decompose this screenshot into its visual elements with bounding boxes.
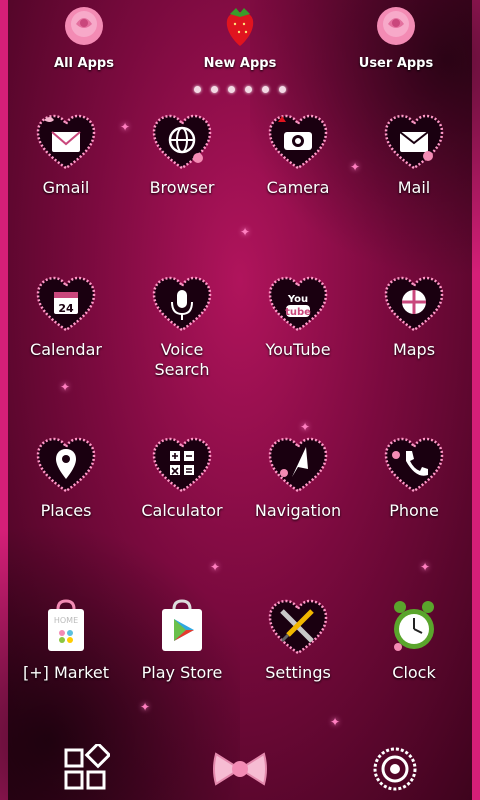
app-label: Camera	[266, 178, 330, 197]
page-dot	[194, 86, 201, 93]
user-apps-label: User Apps	[358, 56, 434, 71]
alarm-clock-icon	[382, 595, 446, 659]
sparkle: ✦	[420, 560, 431, 574]
app-clock[interactable]: Clock	[356, 595, 472, 683]
youtube-icon: You tube	[266, 272, 330, 336]
app-market[interactable]: HOME [+] Market	[8, 595, 124, 683]
sparkle: ✦	[240, 225, 251, 239]
phone-handset-icon	[382, 433, 446, 497]
widgets-grid-icon	[64, 741, 112, 790]
app-label: Voice Search	[154, 340, 210, 379]
calendar-day: 24	[58, 302, 74, 315]
sparkle: ✦	[330, 715, 341, 729]
map-pin-icon	[34, 433, 98, 497]
app-label: Maps	[392, 340, 436, 359]
map-icon	[382, 272, 446, 336]
app-label: Gmail	[42, 178, 90, 197]
app-youtube[interactable]: You tube YouTube	[240, 272, 356, 360]
page-dot	[262, 86, 269, 93]
app-label: Navigation	[254, 501, 342, 520]
microphone-icon	[150, 272, 214, 336]
calculator-icon	[150, 433, 214, 497]
page-dot	[245, 86, 252, 93]
user-apps-tab[interactable]: User Apps	[336, 2, 456, 71]
app-calendar[interactable]: 24 Calendar	[8, 272, 124, 360]
widgets-button[interactable]	[60, 741, 112, 794]
all-apps-label: All Apps	[54, 56, 114, 71]
app-label: Places	[40, 501, 92, 520]
app-label: Mail	[397, 178, 431, 197]
bag-text: HOME	[54, 616, 78, 625]
page-indicator	[0, 78, 480, 97]
page-dot	[211, 86, 218, 93]
app-navigation[interactable]: Navigation	[240, 433, 356, 521]
app-mail[interactable]: Mail	[356, 110, 472, 198]
bow-icon	[213, 752, 267, 786]
envelope-icon	[382, 110, 446, 174]
app-label: Phone	[389, 501, 439, 520]
app-places[interactable]: Places	[8, 433, 124, 521]
rose-icon	[60, 2, 108, 50]
youtube-tube: tube	[285, 307, 311, 318]
calendar-icon: 24	[34, 272, 98, 336]
youtube-you: You	[287, 294, 308, 305]
page-dot	[228, 86, 235, 93]
gmail-envelope-icon	[34, 110, 98, 174]
app-label: Browser	[149, 178, 215, 197]
dock	[0, 740, 480, 800]
navigation-arrow-icon	[266, 433, 330, 497]
camera-icon	[266, 110, 330, 174]
rose-icon	[372, 2, 420, 50]
app-phone[interactable]: Phone	[356, 433, 472, 521]
app-camera[interactable]: Camera	[240, 110, 356, 198]
sparkle: ✦	[210, 560, 221, 574]
app-voice-search[interactable]: Voice Search	[124, 272, 240, 380]
sparkle: ✦	[300, 420, 311, 434]
new-apps-label: New Apps	[203, 56, 277, 71]
app-drawer-top-bar: All Apps New Apps User Apps	[0, 0, 480, 80]
app-label: [+] Market	[23, 663, 109, 682]
globe-icon	[150, 110, 214, 174]
all-apps-tab[interactable]: All Apps	[24, 2, 144, 71]
new-apps-tab[interactable]: New Apps	[180, 2, 300, 71]
app-label: Calendar	[30, 340, 102, 359]
wrench-screwdriver-icon	[266, 595, 330, 659]
settings-button[interactable]	[370, 744, 420, 794]
strawberry-icon	[216, 2, 264, 50]
app-gmail[interactable]: Gmail	[8, 110, 124, 198]
home-button[interactable]	[210, 744, 270, 794]
shopping-bag-icon: HOME	[34, 595, 98, 659]
app-play-store[interactable]: Play Store	[124, 595, 240, 683]
app-browser[interactable]: Browser	[124, 110, 240, 198]
app-calculator[interactable]: Calculator	[124, 433, 240, 521]
sparkle: ✦	[140, 700, 151, 714]
app-label: Play Store	[141, 663, 223, 682]
app-label: Settings	[265, 663, 331, 682]
app-label: YouTube	[265, 340, 331, 359]
gear-circle-icon	[373, 747, 417, 791]
play-store-bag-icon	[150, 595, 214, 659]
app-settings[interactable]: Settings	[240, 595, 356, 683]
page-dot	[279, 86, 286, 93]
app-maps[interactable]: Maps	[356, 272, 472, 360]
app-label: Calculator	[141, 501, 223, 520]
app-label: Clock	[392, 663, 436, 682]
sparkle: ✦	[60, 380, 71, 394]
